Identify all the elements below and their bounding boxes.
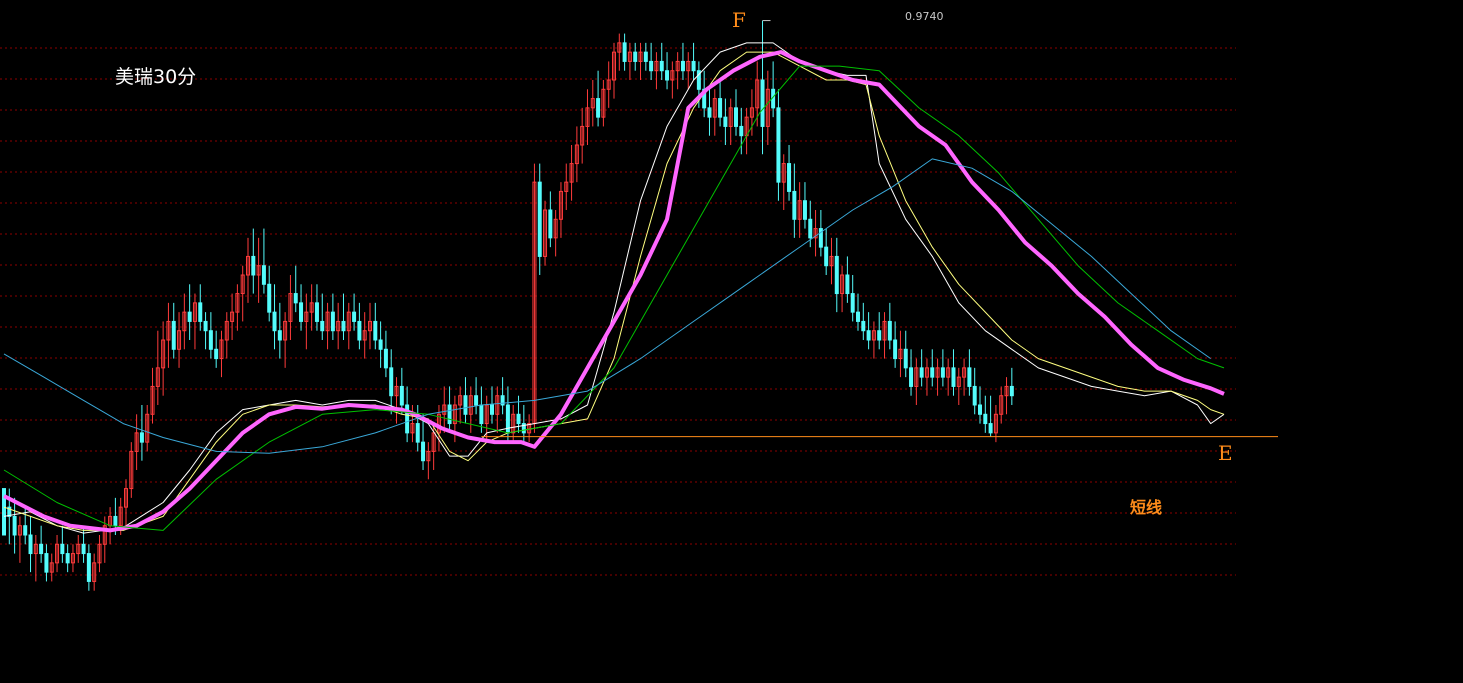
candle-body [341,320,346,332]
candle-body [537,181,542,257]
candle-body [187,311,192,322]
candle-body [208,330,213,350]
candle-body [919,367,924,378]
candle-body [463,395,468,415]
candle-body [314,302,319,322]
candle-body [28,534,33,555]
candle-body [887,320,892,341]
ma-line-ma-long [3,65,1225,531]
candle-body [415,423,420,443]
candle-body [866,330,871,341]
candle-body [596,98,601,118]
chart-title: 美瑞30分 [115,66,197,88]
candle-body [903,348,908,369]
candle-body [665,70,670,81]
candle-body [622,42,627,62]
candle-body [12,515,17,536]
candle-body [378,339,383,350]
candle-body [479,404,484,425]
candle-body [877,330,882,341]
candle-body [139,432,144,443]
candle-body [293,293,298,304]
candle-body [978,404,982,415]
candle-body [734,107,738,127]
candle-body [86,553,91,582]
candle-body [850,293,855,313]
ma-line-ma-mid [3,50,1225,533]
candle-body [893,339,898,360]
candle-body [203,320,208,332]
candle-body [261,265,266,285]
candle-body [23,525,28,536]
candle-body [643,51,648,62]
label-f: F [732,8,746,32]
peak-price-label: 0.9740 [905,10,944,23]
candle-body [691,60,696,72]
candle-body [824,246,829,267]
candlestick-chart [0,20,1278,591]
candle-body [399,385,404,406]
candle-body [352,311,357,322]
candle-body [776,107,781,183]
candle-body [951,367,956,387]
candle-body [983,413,988,425]
candle-body [267,283,272,313]
candle-body [39,543,44,555]
candle-body [845,274,850,295]
candle-body [198,302,203,322]
candle-body [930,367,935,378]
candle-body [320,320,325,332]
label-e: E [1218,441,1233,465]
candle-body [802,200,807,220]
candle-body [988,423,993,434]
candle-body [834,255,839,295]
ma-line-ma-fast [3,42,1225,534]
candle-body [383,348,388,369]
candle-body [1009,385,1014,397]
candle-body [389,367,394,397]
candle-body [81,543,86,555]
support-line-label: 短线 [1130,498,1163,517]
candle-body [60,543,65,555]
candle-body [909,367,914,387]
candle-body [330,311,335,332]
candle-body [707,107,712,118]
candle-body [277,330,282,341]
candle-body [516,413,521,425]
candle-series [2,20,1014,591]
candle-body [856,311,860,322]
candle-body [373,320,378,341]
candle-body [972,385,977,406]
moving-average-lines [3,42,1225,534]
candle-body [65,553,70,564]
candle-body [44,553,49,573]
candle-body [723,116,728,127]
candle-body [739,125,744,137]
candle-body [474,395,479,406]
candle-body [649,60,654,72]
candle-body [792,190,797,220]
candle-body [718,98,723,118]
candle-body [659,60,664,72]
candle-body [680,60,685,72]
candle-body [490,404,494,415]
candle-body [940,367,945,378]
candle-body [633,51,638,62]
candle-body [357,320,362,341]
candle-body [251,255,256,276]
candle-body [299,302,304,322]
candle-body [421,441,426,462]
candle-body [548,209,553,239]
candle-body [808,218,813,239]
ma-line-ma-short [3,51,1225,531]
candle-body [967,367,972,387]
candle-body [113,515,118,527]
candle-body [760,79,765,127]
candle-body [214,348,219,360]
candle-body [787,163,792,192]
candle-body [272,311,277,332]
candle-body [861,320,866,332]
candle-body [171,320,176,350]
candle-body [447,404,452,425]
